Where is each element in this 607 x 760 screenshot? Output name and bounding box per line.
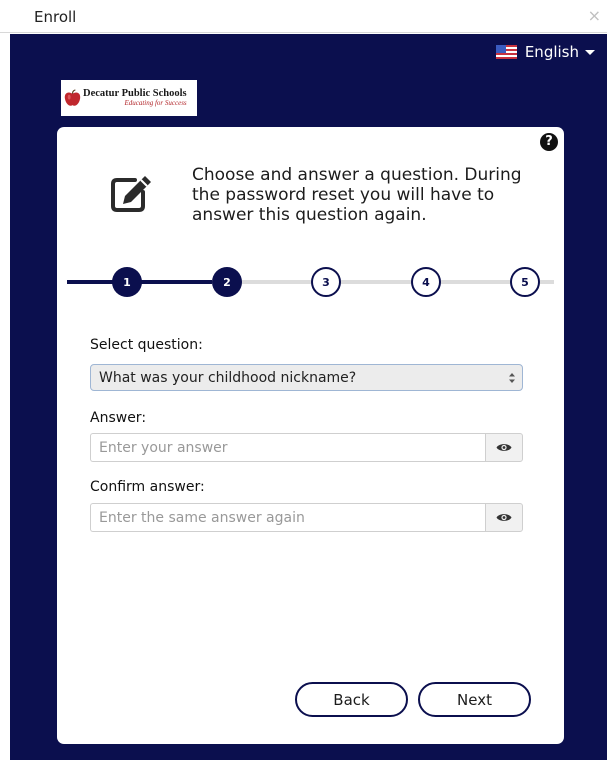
- enrollment-card: ? Choose and answer a question. During t…: [57, 127, 564, 744]
- instruction-text: Choose and answer a question. During the…: [192, 165, 522, 225]
- language-selector[interactable]: English: [495, 41, 595, 63]
- close-icon[interactable]: ×: [588, 8, 601, 24]
- edit-icon: [111, 176, 151, 212]
- step-3: 3: [311, 267, 341, 297]
- question-label: Select question:: [90, 337, 203, 353]
- school-logo: Decatur Public Schools Educating for Suc…: [61, 80, 197, 116]
- step-5: 5: [510, 267, 540, 297]
- question-select[interactable]: What was your childhood nickname?: [90, 364, 523, 391]
- window-title: Enroll: [34, 8, 77, 26]
- confirm-answer-input[interactable]: [90, 503, 485, 532]
- eye-icon: [496, 444, 512, 451]
- step-4: 4: [411, 267, 441, 297]
- help-icon[interactable]: ?: [540, 133, 558, 151]
- question-select-value: What was your childhood nickname?: [99, 370, 357, 386]
- window-titlebar: Enroll ×: [0, 0, 607, 33]
- chevron-down-icon: [585, 49, 595, 55]
- eye-icon: [496, 514, 512, 521]
- progress-stepper: 1 2 3 4 5: [67, 267, 554, 297]
- show-answer-button[interactable]: [485, 433, 523, 462]
- app-background: English Decatur Public Schools Educating…: [10, 34, 607, 760]
- show-confirm-answer-button[interactable]: [485, 503, 523, 532]
- answer-group: [90, 433, 523, 462]
- confirm-answer-group: [90, 503, 523, 532]
- apple-logo-icon: [64, 88, 81, 106]
- confirm-answer-label: Confirm answer:: [90, 479, 205, 495]
- logo-school-name: Decatur Public Schools: [83, 87, 187, 99]
- step-2: 2: [212, 267, 242, 297]
- select-arrows-icon: [509, 373, 515, 383]
- answer-label: Answer:: [90, 410, 147, 426]
- back-button[interactable]: Back: [295, 682, 408, 717]
- logo-tagline: Educating for Success: [124, 99, 187, 108]
- step-1: 1: [112, 267, 142, 297]
- answer-input[interactable]: [90, 433, 485, 462]
- us-flag-icon: [495, 45, 517, 59]
- next-button[interactable]: Next: [418, 682, 531, 717]
- language-label: English: [524, 43, 579, 61]
